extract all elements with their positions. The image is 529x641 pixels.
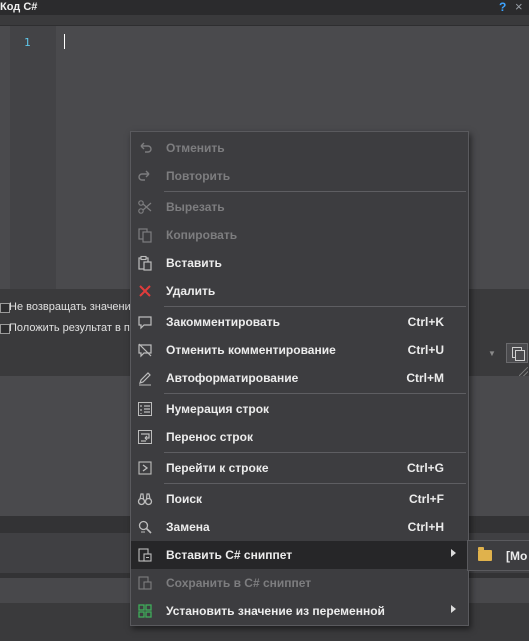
goto-line-icon (138, 461, 152, 475)
menu-item-delete[interactable]: Удалить (131, 277, 468, 305)
copy-icon (138, 228, 152, 243)
menu-item-label: Закомментировать (166, 315, 280, 329)
snippet-submenu: [Mo (467, 540, 529, 571)
menu-item-label: Установить значение из переменной (166, 604, 385, 618)
word-wrap-icon (138, 430, 152, 444)
menu-item-uncomment[interactable]: Отменить комментирование Ctrl+U (131, 336, 468, 364)
menu-item-label: Вставить (166, 256, 222, 270)
menu-item-comment[interactable]: Закомментировать Ctrl+K (131, 308, 468, 336)
line-numbers-icon (138, 402, 152, 416)
menu-item-shortcut: Ctrl+G (406, 461, 444, 475)
uncomment-icon (138, 343, 152, 358)
comment-icon (138, 316, 152, 330)
copy-icon-front (515, 350, 525, 361)
menu-item-shortcut: Ctrl+M (406, 371, 444, 385)
no-return-label: Не возвращать значени (9, 301, 131, 313)
menu-item-label: Повторить (166, 169, 231, 183)
menu-item-label: Вставить C# сниппет (166, 548, 293, 562)
menu-item-replace[interactable]: Замена Ctrl+H (131, 513, 468, 541)
menu-item-label: Копировать (166, 228, 238, 242)
menu-item-autoformat[interactable]: Автоформатирование Ctrl+M (131, 364, 468, 392)
menu-item-paste[interactable]: Вставить (131, 249, 468, 277)
replace-icon (138, 520, 152, 534)
menu-item-label: Перейти к строке (166, 461, 269, 475)
redo-icon (138, 170, 150, 181)
menu-item-search[interactable]: Поиск Ctrl+F (131, 485, 468, 513)
menu-item-redo[interactable]: Повторить (131, 162, 468, 190)
save-snippet-icon (138, 576, 152, 590)
menu-item-goto-line[interactable]: Перейти к строке Ctrl+G (131, 454, 468, 482)
menu-item-label: Вырезать (166, 200, 225, 214)
text-caret (64, 34, 65, 49)
menu-item-label: Нумерация строк (166, 402, 270, 416)
close-icon[interactable]: × (515, 0, 523, 14)
help-icon[interactable]: ? (499, 0, 506, 14)
copy-variable-button[interactable] (506, 343, 528, 363)
menu-item-shortcut: Ctrl+U (407, 343, 444, 357)
line-number: 1 (24, 36, 31, 49)
menu-item-shortcut: Ctrl+K (407, 315, 444, 329)
folder-icon (478, 547, 492, 561)
menu-item-shortcut: Ctrl+F (408, 492, 444, 506)
menu-item-label: Замена (166, 520, 210, 534)
menu-item-label: Отменить (166, 141, 225, 155)
pencil-icon (139, 372, 151, 386)
menu-item-copy[interactable]: Копировать (131, 221, 468, 249)
menu-item-set-from-variable[interactable]: Установить значение из переменной (131, 597, 468, 625)
line-gutter (10, 26, 56, 290)
menu-item-shortcut: Ctrl+H (407, 520, 444, 534)
menu-item-label: Отменить комментирование (166, 343, 336, 357)
menu-item-insert-snippet[interactable]: Вставить C# сниппет (131, 541, 468, 569)
menu-separator (164, 452, 466, 453)
menu-item-undo[interactable]: Отменить (131, 134, 468, 162)
undo-icon (140, 142, 152, 153)
put-result-label: Положить результат в п (9, 322, 130, 334)
menu-item-word-wrap[interactable]: Перенос строк (131, 423, 468, 451)
menu-separator (164, 393, 466, 394)
context-menu: Отменить Повторить Вырезать Копировать В… (130, 131, 469, 626)
menu-item-label: Сохранить в C# сниппет (166, 576, 312, 590)
menu-item-cut[interactable]: Вырезать (131, 193, 468, 221)
window-title: Код C# (0, 1, 38, 13)
binoculars-icon (137, 493, 153, 506)
resize-grip[interactable] (519, 367, 528, 376)
menu-item-label: Перенос строк (166, 430, 253, 444)
cut-icon (138, 200, 152, 214)
submenu-item-label[interactable]: [Mo (506, 549, 527, 563)
menu-item-label: Поиск (166, 492, 203, 506)
menu-separator (164, 191, 466, 192)
delete-icon (139, 285, 151, 297)
menu-item-save-snippet[interactable]: Сохранить в C# сниппет (131, 569, 468, 597)
paste-icon (138, 255, 152, 271)
menu-separator (164, 483, 466, 484)
menu-item-line-numbers[interactable]: Нумерация строк (131, 395, 468, 423)
chevron-down-icon[interactable]: ▼ (488, 349, 496, 358)
menu-item-label: Автоформатирование (166, 371, 299, 385)
menu-separator (164, 306, 466, 307)
menu-item-label: Удалить (166, 284, 216, 298)
variable-grid-icon (138, 604, 152, 618)
insert-snippet-icon (138, 548, 152, 562)
submenu-arrow-icon (451, 605, 456, 613)
submenu-arrow-icon (451, 549, 456, 557)
title-bar: Код C# ? × (0, 0, 529, 15)
